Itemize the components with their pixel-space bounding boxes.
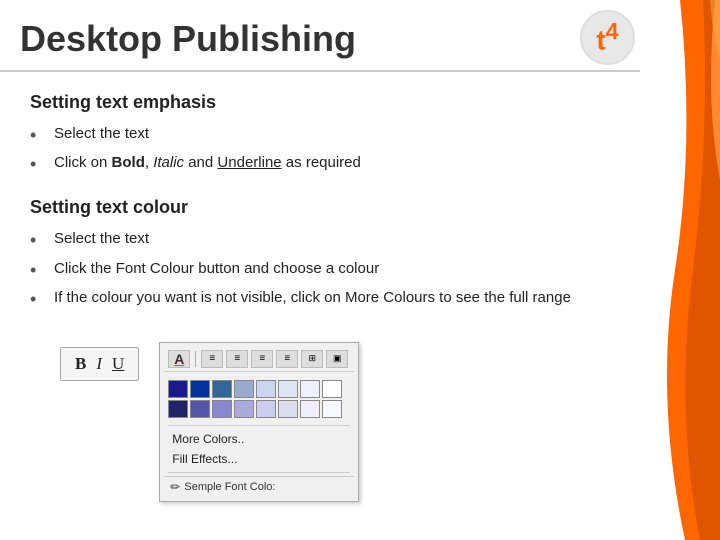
italic-label: Italic <box>153 154 184 171</box>
color-swatch[interactable] <box>234 400 254 418</box>
logo-badge: t4 <box>580 10 635 65</box>
color-swatch[interactable] <box>190 380 210 398</box>
color-picker-toolbar: A ≡ ≡ ≡ ≡ ⊞ ▣ <box>164 347 354 372</box>
color-swatch[interactable] <box>168 400 188 418</box>
color-swatch[interactable] <box>278 400 298 418</box>
color-swatch[interactable] <box>322 380 342 398</box>
bullet-dot: • <box>30 228 46 253</box>
color-picker-panel: A ≡ ≡ ≡ ≡ ⊞ ▣ <box>159 342 359 502</box>
section-colour-heading: Setting text colour <box>30 197 615 218</box>
color-swatch[interactable] <box>300 380 320 398</box>
list-item: • Select the text <box>30 123 615 148</box>
italic-button[interactable]: I <box>96 354 102 374</box>
biu-toolbar[interactable]: B I U <box>60 347 139 381</box>
color-swatch[interactable] <box>300 400 320 418</box>
more-colors-option[interactable]: More Colors.. <box>164 429 354 449</box>
biu-panel: B I U <box>30 332 139 381</box>
color-picker-divider-2 <box>168 472 350 473</box>
page-header: Desktop Publishing <box>0 0 640 72</box>
sample-font-footer: ✏ Semple Font Colo: <box>164 476 354 497</box>
color-swatch[interactable] <box>256 380 276 398</box>
color-swatch[interactable] <box>212 380 232 398</box>
align-left-icon[interactable]: ≡ <box>201 350 223 368</box>
section-colour: Setting text colour • Select the text • … <box>30 197 615 312</box>
colour-bullet-list: • Select the text • Click the Font Colou… <box>30 228 615 312</box>
colour-bullet-3: If the colour you want is not visible, c… <box>54 287 571 310</box>
emphasis-bullet-2: Click on Bold, Italic and Underline as r… <box>54 152 361 175</box>
main-content: Setting text emphasis • Select the text … <box>0 72 645 522</box>
emphasis-bullet-1: Select the text <box>54 123 149 146</box>
bullet-dot: • <box>30 152 46 177</box>
bottom-panels: B I U A ≡ ≡ ≡ ≡ ⊞ ▣ <box>30 332 615 502</box>
colour-bullet-2: Click the Font Colour button and choose … <box>54 258 379 281</box>
sample-font-label: Semple Font Colo: <box>184 481 275 493</box>
page-title: Desktop Publishing <box>20 18 620 60</box>
emphasis-bullet-list: • Select the text • Click on Bold, Itali… <box>30 123 615 177</box>
border-icon[interactable]: ▣ <box>326 350 348 368</box>
fill-effects-option[interactable]: Fill Effects... <box>164 449 354 469</box>
toolbar-divider <box>195 351 196 367</box>
color-swatch[interactable] <box>168 380 188 398</box>
list-item: • Click the Font Colour button and choos… <box>30 258 615 283</box>
pencil-icon: ✏ <box>170 480 180 494</box>
table-icon[interactable]: ⊞ <box>301 350 323 368</box>
section-emphasis-heading: Setting text emphasis <box>30 92 615 113</box>
font-color-icon[interactable]: A <box>168 350 190 368</box>
color-swatch-grid <box>164 376 354 422</box>
bullet-dot: • <box>30 123 46 148</box>
logo-text: t4 <box>596 18 618 56</box>
color-picker-popup[interactable]: A ≡ ≡ ≡ ≡ ⊞ ▣ <box>159 342 359 502</box>
color-picker-divider <box>168 425 350 426</box>
list-item: • Select the text <box>30 228 615 253</box>
logo-superscript: 4 <box>606 18 619 44</box>
section-emphasis: Setting text emphasis • Select the text … <box>30 92 615 177</box>
color-swatch[interactable] <box>278 380 298 398</box>
colour-bullet-1: Select the text <box>54 228 149 251</box>
align-center-icon[interactable]: ≡ <box>226 350 248 368</box>
color-swatch[interactable] <box>234 380 254 398</box>
align-right-icon[interactable]: ≡ <box>251 350 273 368</box>
right-decoration <box>645 0 720 540</box>
color-swatch[interactable] <box>212 400 232 418</box>
list-item: • Click on Bold, Italic and Underline as… <box>30 152 615 177</box>
bullet-dot: • <box>30 258 46 283</box>
bullet-dot: • <box>30 287 46 312</box>
color-swatch[interactable] <box>256 400 276 418</box>
list-item: • If the colour you want is not visible,… <box>30 287 615 312</box>
justify-icon[interactable]: ≡ <box>276 350 298 368</box>
color-swatch[interactable] <box>322 400 342 418</box>
bold-button[interactable]: B <box>75 354 86 374</box>
underline-button[interactable]: U <box>112 354 124 374</box>
color-swatch[interactable] <box>190 400 210 418</box>
underline-label: Underline <box>217 154 281 171</box>
bold-label: Bold <box>112 154 145 171</box>
